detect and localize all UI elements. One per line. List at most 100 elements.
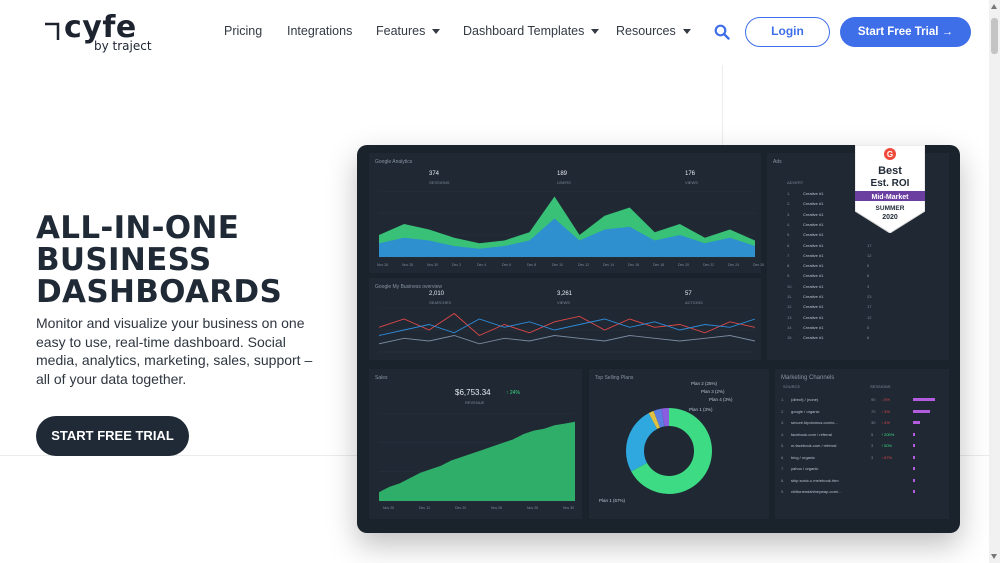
- ads-row-index: 7.: [787, 252, 791, 258]
- ads-row-name: Creative #1: [803, 304, 824, 310]
- x-tick-label: Nov 26: [383, 506, 395, 510]
- top-selling-donut-chart: Plan 1 (67%) Plan 2 (25%) Plan 3 (2%) Plan …: [599, 381, 733, 503]
- ads-row-index: 4.: [787, 221, 791, 227]
- marketing-row-source: ship.sonic-c.me/ebook.htm: [791, 477, 839, 483]
- page-scrollbar[interactable]: [989, 0, 1000, 563]
- login-button[interactable]: Login: [745, 17, 830, 47]
- ads-row-value: 5: [867, 324, 870, 330]
- marketing-row-bar: [913, 409, 930, 413]
- ads-row-value: 8: [867, 273, 870, 279]
- marketing-col-source: SOURCE: [783, 384, 801, 389]
- ads-row-index: 11.: [787, 294, 793, 299]
- x-tick-label: Dec 2: [452, 263, 462, 267]
- ads-row-name: Creative #1: [803, 211, 824, 217]
- marketing-row-value: 5: [871, 431, 874, 437]
- x-tick-label: Dec 18: [653, 263, 665, 267]
- stat-value: 2,010: [429, 291, 445, 297]
- top-selling-widget: Top Selling Plans Plan 1 (67%) Plan 2 (25…: [589, 369, 769, 519]
- ads-row-index: 10.: [787, 283, 793, 289]
- scroll-down-icon[interactable]: [991, 554, 997, 559]
- caret-down-icon: [432, 29, 441, 35]
- nav-dashboard-templates[interactable]: Dashboard Templates: [463, 24, 600, 38]
- ads-row-name: Creative #1: [803, 335, 824, 341]
- marketing-row-bar: [913, 455, 915, 459]
- site-header: cyfe by traject Pricing Integrations Fea…: [0, 0, 1000, 65]
- marketing-row-change: ↓ 5%: [881, 397, 890, 402]
- caret-down-icon: [682, 29, 691, 35]
- widget-title: Google My Business overview: [375, 284, 442, 290]
- marketing-row-bar: [913, 398, 935, 401]
- hero-description: Monitor and visualize your business on o…: [36, 315, 313, 387]
- x-tick-label: Dec 20: [455, 506, 467, 510]
- stat-label: ACTIONS: [685, 300, 703, 305]
- ads-row-name: Creative #1: [803, 263, 824, 269]
- hero-title-line: ALL-IN-ONE: [36, 210, 240, 246]
- sales-area-chart: [379, 413, 575, 502]
- donut-label: Plan 1 (67%): [599, 498, 626, 503]
- marketing-row-index: 4.: [781, 431, 785, 437]
- ads-row-value: 3: [867, 283, 870, 289]
- marketing-row-change: ↓ 67%: [881, 454, 893, 460]
- ads-row-index: 2.: [787, 201, 791, 207]
- caret-down-icon: [591, 29, 600, 35]
- cyfe-logo[interactable]: cyfe by traject: [44, 12, 164, 56]
- nav-dashboard-templates-label: Dashboard Templates: [463, 24, 585, 38]
- sales-label: REVENUE: [465, 400, 485, 405]
- marketing-row-change: ↑ 50%: [881, 443, 893, 448]
- marketing-row-value: 90: [871, 397, 876, 402]
- search-icon[interactable]: [714, 24, 730, 40]
- ads-row-name: Creative #1: [803, 191, 824, 196]
- sales-value: $6,753.34: [455, 388, 491, 397]
- x-tick-label: Dec 22: [703, 263, 715, 267]
- ads-row-index: 1.: [787, 191, 791, 196]
- hero-title-line: DASHBOARDS: [36, 274, 283, 310]
- ads-row-value: 17: [867, 242, 872, 248]
- x-tick-label: Dec 12: [419, 506, 431, 510]
- ads-row-name: Creative #1: [803, 283, 824, 289]
- analytics-widget: Google Analytics 374 SESSIONS 189 USERS …: [369, 153, 764, 273]
- ads-row-name: Creative #1: [803, 314, 824, 320]
- ads-row-index: 3.: [787, 211, 791, 217]
- line-series-searches: [379, 312, 755, 337]
- logo-tagline: by traject: [94, 39, 152, 53]
- nav-features[interactable]: Features: [376, 24, 441, 38]
- scrollbar-thumb[interactable]: [991, 18, 998, 54]
- scroll-up-icon[interactable]: [991, 4, 997, 9]
- sales-change: ↑ 24%: [506, 390, 520, 396]
- marketing-row-source: bing / organic: [791, 454, 816, 460]
- hero-start-free-trial-button[interactable]: START FREE TRIAL: [36, 416, 189, 456]
- x-tick-label: Nov 26: [527, 506, 539, 510]
- ads-row-name: Creative #1: [803, 232, 824, 238]
- marketing-row-source: (direct) / (none): [791, 397, 819, 402]
- sales-widget: Sales $6,753.34 ↑ 24% REVENUE Nov 26 Dec …: [369, 369, 582, 519]
- marketing-row-bar: [913, 432, 915, 436]
- ads-row-index: 5.: [787, 232, 791, 238]
- badge-line2: Est. ROI: [871, 178, 910, 189]
- ads-row-name: Creative #1: [803, 201, 824, 207]
- stat-value: 3,261: [557, 291, 573, 297]
- x-tick-label: Nov 26: [377, 263, 389, 267]
- ads-row-index: 9.: [787, 273, 791, 279]
- area-series-revenue: [379, 421, 575, 501]
- nav-integrations[interactable]: Integrations: [287, 24, 352, 38]
- marketing-row-source: m.facebook.com / referral: [791, 443, 837, 448]
- marketing-widget: Marketing Channels SOURCE SESSIONS 1. (di…: [775, 369, 949, 519]
- g2-award-badge: G Best Est. ROI Mid-Market SUMMER 2020: [855, 145, 925, 233]
- line-series-views: [379, 318, 755, 336]
- nav-resources[interactable]: Resources: [616, 24, 691, 38]
- stat-value: 374: [429, 171, 440, 177]
- ads-row-value: 12: [867, 314, 872, 320]
- donut-label: Plan 2 (25%): [691, 381, 718, 386]
- marketing-row-source: facebook.com / referral: [791, 431, 832, 437]
- marketing-row-bar: [913, 478, 915, 482]
- ads-row-name: Creative #1: [803, 242, 824, 248]
- ads-row-name: Creative #1: [803, 324, 824, 330]
- stat-label: SEARCHES: [429, 300, 452, 305]
- hero-title: ALL-IN-ONE BUSINESS DASHBOARDS: [36, 212, 282, 308]
- start-free-trial-button[interactable]: Start Free Trial →: [840, 17, 971, 47]
- marketing-row-index: 3.: [781, 420, 785, 425]
- stat-value: 176: [685, 171, 696, 177]
- ads-row-index: 6.: [787, 242, 791, 248]
- marketing-col-sessions: SESSIONS: [870, 384, 891, 389]
- nav-pricing[interactable]: Pricing: [224, 24, 262, 38]
